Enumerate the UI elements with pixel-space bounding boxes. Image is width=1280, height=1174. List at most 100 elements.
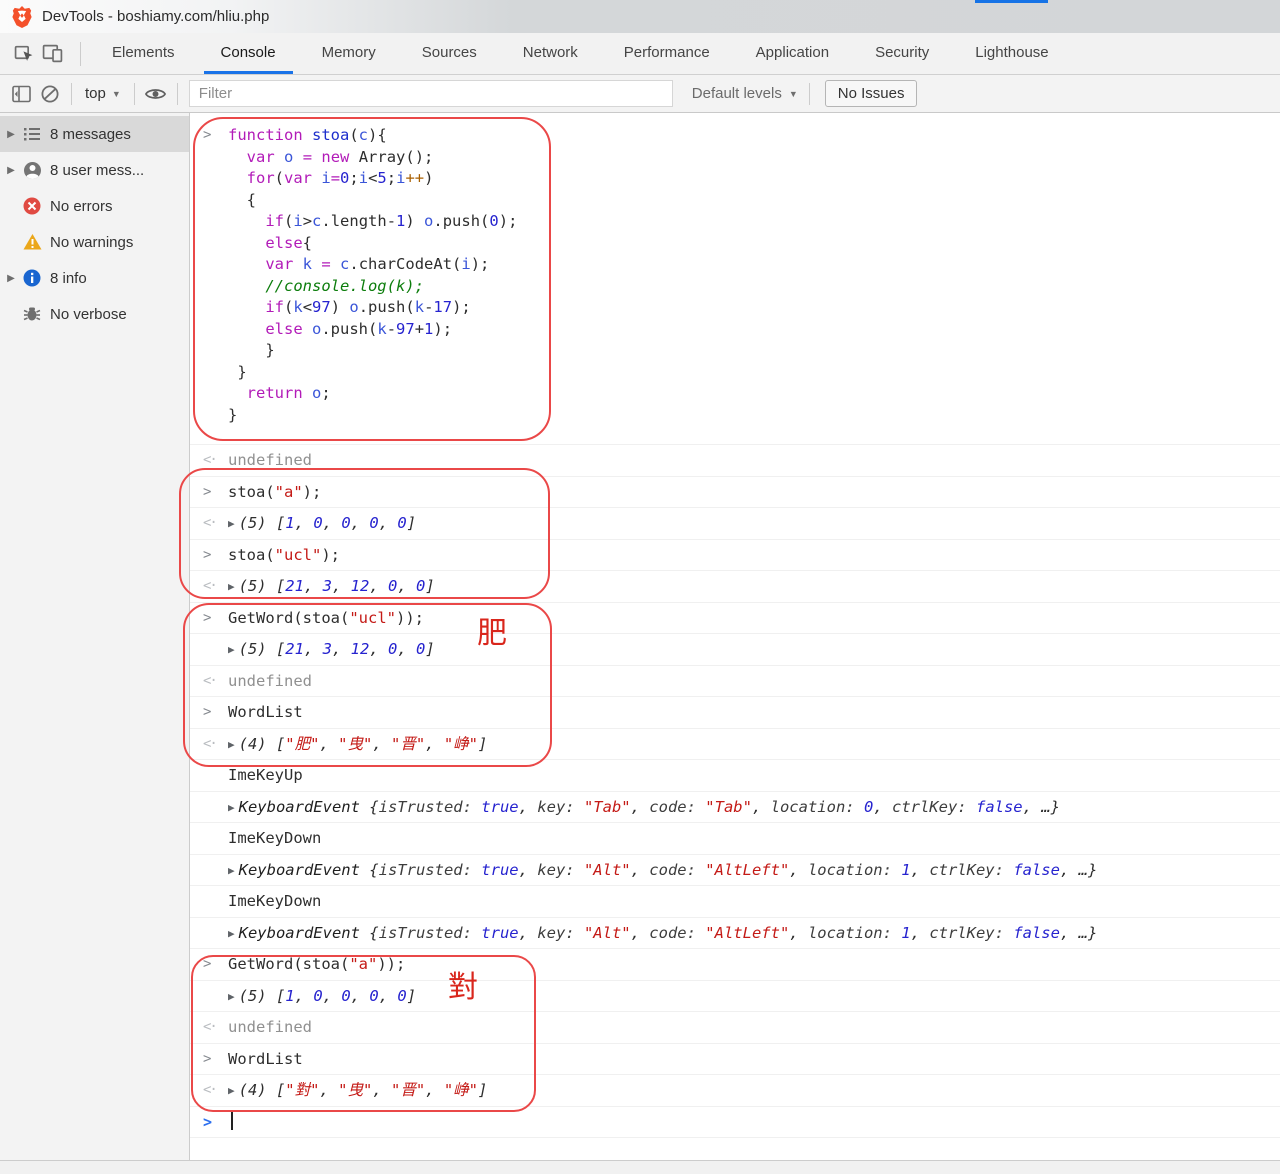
tab-sources[interactable]: Sources — [405, 33, 494, 74]
window-titlebar: DevTools - boshiamy.com/hliu.php — [0, 0, 1280, 33]
console-sidebar-toggle-icon[interactable] — [8, 80, 36, 108]
background-window-edge — [975, 0, 1048, 3]
chevron-down-icon: ▼ — [112, 89, 121, 99]
message-text: stoa("ucl"); — [228, 546, 340, 564]
expand-triangle-icon[interactable]: ▶ — [228, 517, 235, 530]
output-arrow-icon: <· — [203, 513, 216, 535]
chevron-down-icon: ▼ — [789, 89, 798, 99]
divider — [177, 83, 178, 105]
message-text: ImeKeyDown — [228, 892, 321, 910]
context-selector[interactable]: top ▼ — [79, 85, 127, 102]
tab-elements[interactable]: Elements — [95, 33, 192, 74]
message-text: WordList — [228, 1050, 303, 1068]
brave-logo-icon — [11, 5, 33, 29]
prompt-chevron-icon: > — [203, 1112, 212, 1134]
input-chevron-icon: > — [203, 125, 211, 147]
output-arrow-icon: <· — [203, 734, 216, 756]
console-row-input: > GetWord(stoa("a")); — [190, 949, 1280, 981]
message-text: WordList — [228, 703, 303, 721]
console-row-result-plain: ▶(5) [21, 3, 12, 0, 0] — [190, 634, 1280, 666]
output-arrow-icon: <· — [203, 576, 216, 598]
message-text: ImeKeyDown — [228, 829, 321, 847]
sidebar-item-label: No warnings — [50, 234, 133, 251]
sidebar-item-label: 8 messages — [50, 126, 131, 143]
tab-security[interactable]: Security — [858, 33, 946, 74]
list-icon — [22, 124, 42, 144]
message-text: ImeKeyUp — [228, 766, 303, 784]
console-row-input: >stoa("ucl"); — [190, 540, 1280, 572]
message-text: GetWord(stoa("ucl")); — [228, 609, 424, 627]
log-levels-dropdown[interactable]: Default levels ▼ — [688, 85, 802, 102]
device-toolbar-icon[interactable] — [38, 40, 66, 68]
input-chevron-icon: > — [203, 702, 211, 724]
console-row-result: <·undefined — [190, 1012, 1280, 1044]
verbose-icon — [22, 304, 42, 324]
context-selector-label: top — [85, 85, 106, 102]
clear-console-icon[interactable] — [36, 80, 64, 108]
console-row-input: >GetWord(stoa("ucl")); — [190, 603, 1280, 635]
sidebar-item-no-verbose[interactable]: No verbose — [0, 296, 189, 332]
expand-triangle-icon[interactable]: ▶ — [228, 990, 235, 1003]
message-text: ▶KeyboardEvent {isTrusted: true, key: "A… — [228, 861, 1097, 879]
tab-network[interactable]: Network — [506, 33, 595, 74]
console-sidebar: ▶ 8 messages ▶ 8 user mess... No errors No wa… — [0, 113, 190, 1160]
live-expression-eye-icon[interactable] — [142, 80, 170, 108]
sidebar-item-8-user-mess-[interactable]: ▶ 8 user mess... — [0, 152, 189, 188]
sidebar-item-label: No errors — [50, 198, 113, 215]
expand-triangle-icon[interactable]: ▶ — [228, 580, 235, 593]
tab-lighthouse[interactable]: Lighthouse — [958, 33, 1065, 74]
sidebar-item-no-warnings[interactable]: No warnings — [0, 224, 189, 260]
expand-triangle-icon[interactable]: ▶ — [228, 801, 235, 814]
text-cursor — [231, 1112, 233, 1130]
sidebar-item-8-messages[interactable]: ▶ 8 messages — [0, 116, 189, 152]
console-row-log: ImeKeyDown — [190, 886, 1280, 918]
tab-performance[interactable]: Performance — [607, 33, 727, 74]
expand-triangle-icon[interactable]: ▶ — [228, 927, 235, 940]
inspect-element-icon[interactable] — [10, 40, 38, 68]
message-text: undefined — [228, 451, 312, 469]
console-row-result: <·▶(5) [1, 0, 0, 0, 0] — [190, 508, 1280, 540]
message-text: ▶KeyboardEvent {isTrusted: true, key: "A… — [228, 924, 1097, 942]
sidebar-item-no-errors[interactable]: No errors — [0, 188, 189, 224]
input-chevron-icon: > — [203, 954, 211, 976]
statusbar — [0, 1160, 1280, 1174]
warning-icon — [22, 232, 42, 252]
log-levels-label: Default levels — [692, 85, 782, 102]
expand-triangle-icon[interactable]: ▶ — [0, 273, 22, 284]
console-row-result: <·undefined — [190, 666, 1280, 698]
expand-triangle-icon[interactable]: ▶ — [0, 165, 22, 176]
expand-triangle-icon[interactable]: ▶ — [228, 1084, 235, 1097]
expand-triangle-icon[interactable]: ▶ — [0, 129, 22, 140]
console-row-log: ImeKeyUp — [190, 760, 1280, 792]
message-text: ▶(5) [21, 3, 12, 0, 0] — [228, 577, 435, 595]
message-text: GetWord(stoa("a")); — [228, 955, 405, 973]
devtools-tabbar: Elements Console Memory Sources Network Perfo… — [0, 33, 1280, 75]
divider — [809, 83, 810, 105]
divider — [134, 83, 135, 105]
input-chevron-icon: > — [203, 482, 211, 504]
expand-triangle-icon[interactable]: ▶ — [228, 738, 235, 751]
output-arrow-icon: <· — [203, 1080, 216, 1102]
output-arrow-icon: <· — [203, 1017, 216, 1039]
tab-console[interactable]: Console — [204, 33, 293, 74]
sidebar-item-label: 8 user mess... — [50, 162, 144, 179]
message-text: ▶(5) [21, 3, 12, 0, 0] — [228, 640, 435, 658]
message-text: stoa("a"); — [228, 483, 321, 501]
console-row-code: >function stoa(c){ var o = new Array(); … — [190, 113, 1280, 445]
info-icon — [22, 268, 42, 288]
filter-input[interactable] — [189, 80, 673, 107]
console-toolbar: top ▼ Default levels ▼ No Issues — [0, 75, 1280, 113]
no-issues-button[interactable]: No Issues — [825, 80, 918, 107]
divider — [80, 42, 81, 66]
sidebar-item-8-info[interactable]: ▶ 8 info — [0, 260, 189, 296]
expand-triangle-icon[interactable]: ▶ — [228, 864, 235, 877]
expand-triangle-icon[interactable]: ▶ — [228, 643, 235, 656]
message-text: ▶(4) ["對", "曳", "晋", "峥"] — [228, 1081, 487, 1099]
console-row-prompt[interactable]: > — [190, 1107, 1280, 1139]
output-arrow-icon: <· — [203, 450, 216, 472]
message-text: ▶(4) ["肥", "曳", "晋", "峥"] — [228, 735, 487, 753]
tab-application[interactable]: Application — [739, 33, 846, 74]
tab-memory[interactable]: Memory — [305, 33, 393, 74]
console-row-result: <· ▶(4) ["肥", "曳", "晋", "峥"] — [190, 729, 1280, 761]
sidebar-item-label: 8 info — [50, 270, 87, 287]
